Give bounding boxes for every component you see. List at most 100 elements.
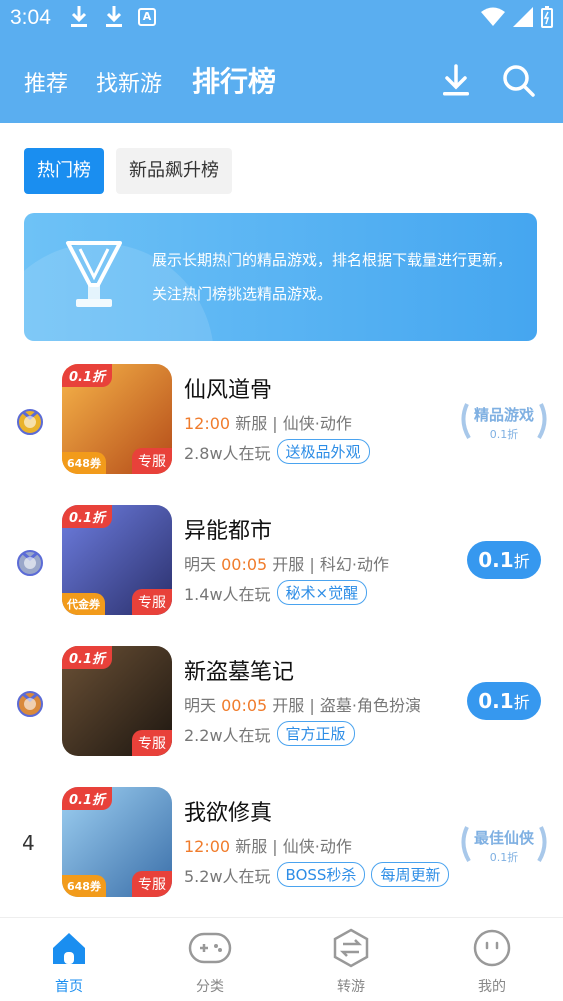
player-count: 1.4w人在玩 (184, 584, 271, 604)
wifi-icon (481, 7, 505, 26)
tab-find-new[interactable]: 找新游 (96, 66, 162, 98)
tab-ranking[interactable]: 排行榜 (192, 60, 276, 100)
rank-medal-icon (17, 550, 43, 576)
game-players-row: 5.2w人在玩 BOSS秒杀 每周更新 (184, 862, 450, 887)
bottom-nav-home[interactable]: 首页 (29, 928, 109, 996)
meta-time: 00:05 (221, 696, 268, 715)
app-notification-icon: A (138, 8, 156, 26)
coupon-badge: 648券 (62, 452, 106, 474)
bottom-nav: 首页 分类 转游 我的 (0, 917, 563, 1001)
game-icon[interactable]: 0.1折 专服 (62, 646, 172, 756)
server-badge: 专服 (132, 589, 172, 615)
bottom-nav-label: 首页 (55, 979, 83, 995)
download-icon (71, 6, 87, 27)
discount-pill[interactable]: 0.1折 (467, 541, 541, 579)
game-tag: 送极品外观 (276, 439, 370, 464)
home-icon (53, 933, 85, 964)
player-count: 2.2w人在玩 (184, 725, 271, 745)
server-badge: 专服 (132, 448, 172, 474)
profile-icon (473, 929, 511, 967)
game-tag: 官方正版 (276, 721, 355, 746)
award-title: 精品游戏 (474, 406, 534, 424)
game-meta: 12:00 新服 | 仙侠·动作 (184, 833, 352, 857)
discount-value: 0.1 (478, 548, 514, 572)
discount-badge: 0.1折 (62, 364, 113, 387)
discount-pill[interactable]: 0.1折 (467, 682, 541, 720)
discount-badge: 0.1折 (62, 646, 113, 669)
game-meta: 明天 00:05 开服 | 盗墓·角色扮演 (184, 692, 421, 716)
rank-number: 4 (22, 831, 35, 855)
award-subtitle: 0.1折 (490, 427, 519, 441)
bottom-nav-mine[interactable]: 我的 (452, 928, 532, 996)
server-badge: 专服 (132, 730, 172, 756)
signal-icon (513, 7, 533, 27)
coupon-badge: 648券 (62, 875, 106, 897)
download-icon (106, 6, 122, 27)
trophy-icon (66, 241, 122, 307)
award-badge-icon: 最佳仙侠 0.1折 (461, 826, 547, 864)
meta-info: 新服 | 仙侠·动作 (230, 414, 352, 433)
discount-unit: 折 (513, 552, 530, 571)
battery-icon (541, 6, 553, 28)
status-bar: 3:04 A (0, 0, 563, 36)
game-title: 新盗墓笔记 (184, 660, 295, 685)
game-tag: 每周更新 (371, 862, 450, 887)
discount-badge: 0.1折 (62, 505, 113, 528)
game-meta: 明天 00:05 开服 | 科幻·动作 (184, 551, 389, 575)
game-list-item[interactable]: 4 0.1折 648券 专服 我欲修真 12:00 新服 | 仙侠·动作 5.2w… (0, 787, 563, 907)
download-icon[interactable] (440, 64, 472, 98)
player-count: 2.8w人在玩 (184, 443, 271, 463)
bottom-nav-category[interactable]: 分类 (170, 928, 250, 996)
bottom-nav-label: 我的 (478, 979, 506, 995)
meta-info: 开服 | 科幻·动作 (267, 555, 389, 574)
game-list-item[interactable]: 0.1折 代金券 专服 异能都市明天 00:05 开服 | 科幻·动作 1.4w… (0, 505, 563, 625)
subtab-new-rising[interactable]: 新品飙升榜 (116, 148, 232, 194)
game-players-row: 1.4w人在玩 秘术×觉醒 (184, 580, 368, 605)
game-title: 仙风道骨 (184, 378, 273, 403)
coupon-badge: 代金券 (62, 593, 105, 615)
server-badge: 专服 (132, 871, 172, 897)
header: 3:04 A 推荐 找新游 排行榜 (0, 0, 563, 123)
bottom-nav-label: 转游 (337, 979, 365, 995)
game-list-item[interactable]: 0.1折 专服 新盗墓笔记明天 00:05 开服 | 盗墓·角色扮演 2.2w人… (0, 646, 563, 766)
award-subtitle: 0.1折 (490, 850, 519, 864)
meta-time: 12:00 (184, 414, 231, 433)
search-icon[interactable] (502, 64, 536, 98)
game-list-item[interactable]: 0.1折 648券 专服 仙风道骨 12:00 新服 | 仙侠·动作 2.8w人在… (0, 364, 563, 484)
bottom-nav-transfer[interactable]: 转游 (311, 928, 391, 996)
game-players-row: 2.2w人在玩 官方正版 (184, 721, 355, 746)
game-icon[interactable]: 0.1折 648券 专服 (62, 787, 172, 897)
top-nav: 推荐 找新游 排行榜 (0, 56, 563, 106)
discount-value: 0.1 (478, 689, 514, 713)
subtab-hot[interactable]: 热门榜 (24, 148, 104, 194)
ranking-banner: 展示长期热门的精品游戏，排名根据下载量进行更新，关注热门榜挑选精品游戏。 (24, 213, 537, 341)
meta-info: 开服 | 盗墓·角色扮演 (267, 696, 421, 715)
rank-medal-icon (17, 409, 43, 435)
game-meta: 12:00 新服 | 仙侠·动作 (184, 410, 352, 434)
game-players-row: 2.8w人在玩 送极品外观 (184, 439, 370, 464)
discount-badge: 0.1折 (62, 787, 113, 810)
player-count: 5.2w人在玩 (184, 866, 271, 886)
game-tag: 秘术×觉醒 (276, 580, 368, 605)
game-icon[interactable]: 0.1折 代金券 专服 (62, 505, 172, 615)
meta-info: 新服 | 仙侠·动作 (230, 837, 352, 856)
meta-day: 明天 (184, 696, 222, 715)
game-title: 我欲修真 (184, 801, 273, 826)
ranking-subtabs: 热门榜 新品飙升榜 (24, 148, 232, 194)
discount-unit: 折 (513, 693, 530, 712)
game-title: 异能都市 (184, 519, 273, 544)
tab-recommend[interactable]: 推荐 (24, 66, 68, 98)
award-title: 最佳仙侠 (474, 829, 535, 847)
game-tag: BOSS秒杀 (276, 862, 366, 887)
gamepad-icon (188, 932, 232, 964)
game-icon[interactable]: 0.1折 648券 专服 (62, 364, 172, 474)
meta-time: 00:05 (221, 555, 268, 574)
banner-text: 展示长期热门的精品游戏，排名根据下载量进行更新，关注热门榜挑选精品游戏。 (152, 251, 513, 303)
status-time: 3:04 (10, 6, 51, 29)
award-badge-icon: 精品游戏 0.1折 (461, 403, 547, 441)
transfer-icon (333, 928, 369, 968)
bottom-nav-label: 分类 (196, 979, 224, 995)
meta-day: 明天 (184, 555, 222, 574)
meta-time: 12:00 (184, 837, 231, 856)
rank-medal-icon (17, 691, 43, 717)
